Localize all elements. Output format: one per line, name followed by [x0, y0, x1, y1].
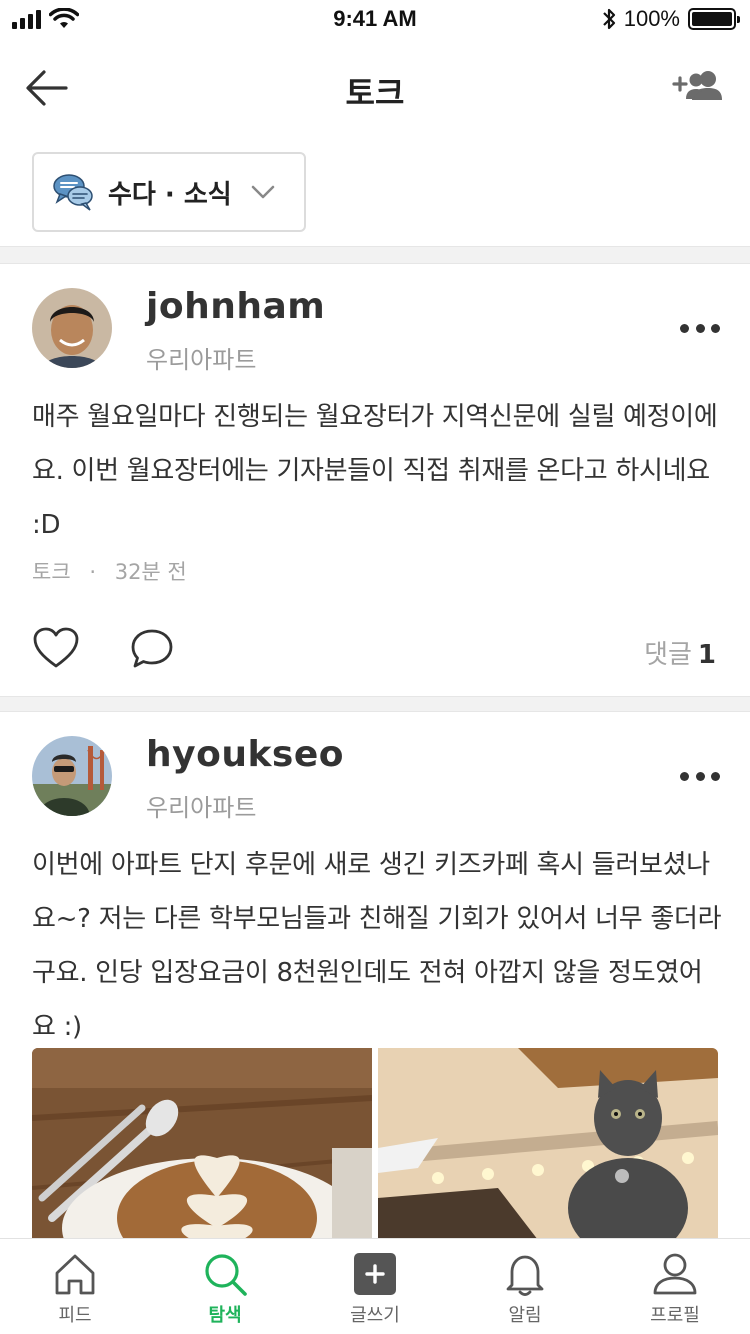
post-body: 이번에 아파트 단지 후문에 새로 생긴 키즈카페 혹시 들러보셨나요~? 저는… [32, 850, 722, 1042]
user-photo [32, 736, 112, 816]
bottom-tab-bar: 피드 탐색 글쓰기 알림 프로필 [0, 1238, 750, 1334]
comment-count[interactable]: 댓글 1 [644, 634, 716, 671]
post-meta: 토크 · 32분 전 [32, 556, 187, 586]
dot [695, 771, 705, 781]
heart-icon [33, 627, 79, 668]
post-username[interactable]: johnham [146, 286, 325, 327]
section-divider [0, 696, 750, 712]
status-bar: 9:41 AM 100% [0, 0, 750, 40]
tab-notifications[interactable]: 알림 [450, 1239, 600, 1334]
write-plus-icon [354, 1253, 396, 1295]
meta-separator: · [89, 560, 97, 584]
status-right: 100% [602, 6, 740, 32]
section-divider [0, 246, 750, 264]
tab-label: 알림 [508, 1305, 542, 1326]
category-label: 수다 · 소식 [108, 179, 232, 210]
like-button[interactable] [32, 626, 80, 674]
post-category[interactable]: 토크 [32, 560, 71, 584]
post-body: 매주 월요일마다 진행되는 월요장터가 지역신문에 실릴 예정이에요. 이번 월… [32, 402, 718, 540]
bell-icon [506, 1255, 544, 1296]
page-title: 토크 [345, 74, 405, 112]
more-options-button[interactable] [680, 318, 720, 338]
add-friend-button[interactable] [672, 66, 724, 108]
battery-percent: 100% [623, 6, 680, 31]
add-friend-icon [672, 71, 722, 100]
dot [680, 771, 689, 781]
avatar[interactable] [32, 736, 112, 816]
user-photo [32, 288, 112, 368]
post-time: 32분 전 [114, 560, 187, 584]
tab-profile[interactable]: 프로필 [600, 1239, 750, 1334]
dot [680, 323, 689, 333]
avatar[interactable] [32, 288, 112, 368]
category-dropdown[interactable]: 수다 · 소식 [32, 152, 306, 232]
search-icon [205, 1254, 247, 1296]
tab-feed[interactable]: 피드 [0, 1239, 150, 1334]
comment-count-value: 1 [697, 640, 716, 670]
post-card: johnham 우리아파트 매주 월요일마다 진행되는 월요장터가 지역신문에 … [0, 264, 750, 696]
tab-label: 프로필 [650, 1305, 700, 1326]
cat-image [378, 1048, 718, 1240]
dot [711, 323, 720, 333]
speech-bubble-icon [131, 629, 173, 668]
tab-write[interactable]: 글쓰기 [300, 1239, 450, 1334]
home-icon [55, 1254, 95, 1295]
chat-bubbles-icon [53, 174, 93, 211]
chevron-down-icon [251, 185, 274, 199]
post-photo-cat[interactable] [378, 1048, 718, 1240]
nav-header: 토크 [0, 40, 750, 136]
post-photo-latte[interactable] [32, 1048, 372, 1240]
post-username[interactable]: hyoukseo [146, 734, 344, 775]
tab-label: 글쓰기 [350, 1305, 400, 1326]
comment-button[interactable] [130, 628, 174, 674]
dot [695, 323, 705, 333]
tab-label: 탐색 [208, 1305, 242, 1326]
dot [711, 771, 720, 781]
profile-icon [653, 1253, 697, 1295]
latte-art-image [32, 1048, 372, 1240]
tab-label: 피드 [58, 1305, 92, 1326]
battery-icon [688, 8, 740, 30]
tab-explore[interactable]: 탐색 [150, 1239, 300, 1334]
more-options-button[interactable] [680, 766, 720, 786]
battery-fill [692, 12, 732, 26]
comment-count-label: 댓글 [644, 640, 692, 670]
post-location: 우리아파트 [146, 794, 257, 822]
bluetooth-icon [602, 8, 615, 30]
post-location: 우리아파트 [146, 346, 257, 374]
